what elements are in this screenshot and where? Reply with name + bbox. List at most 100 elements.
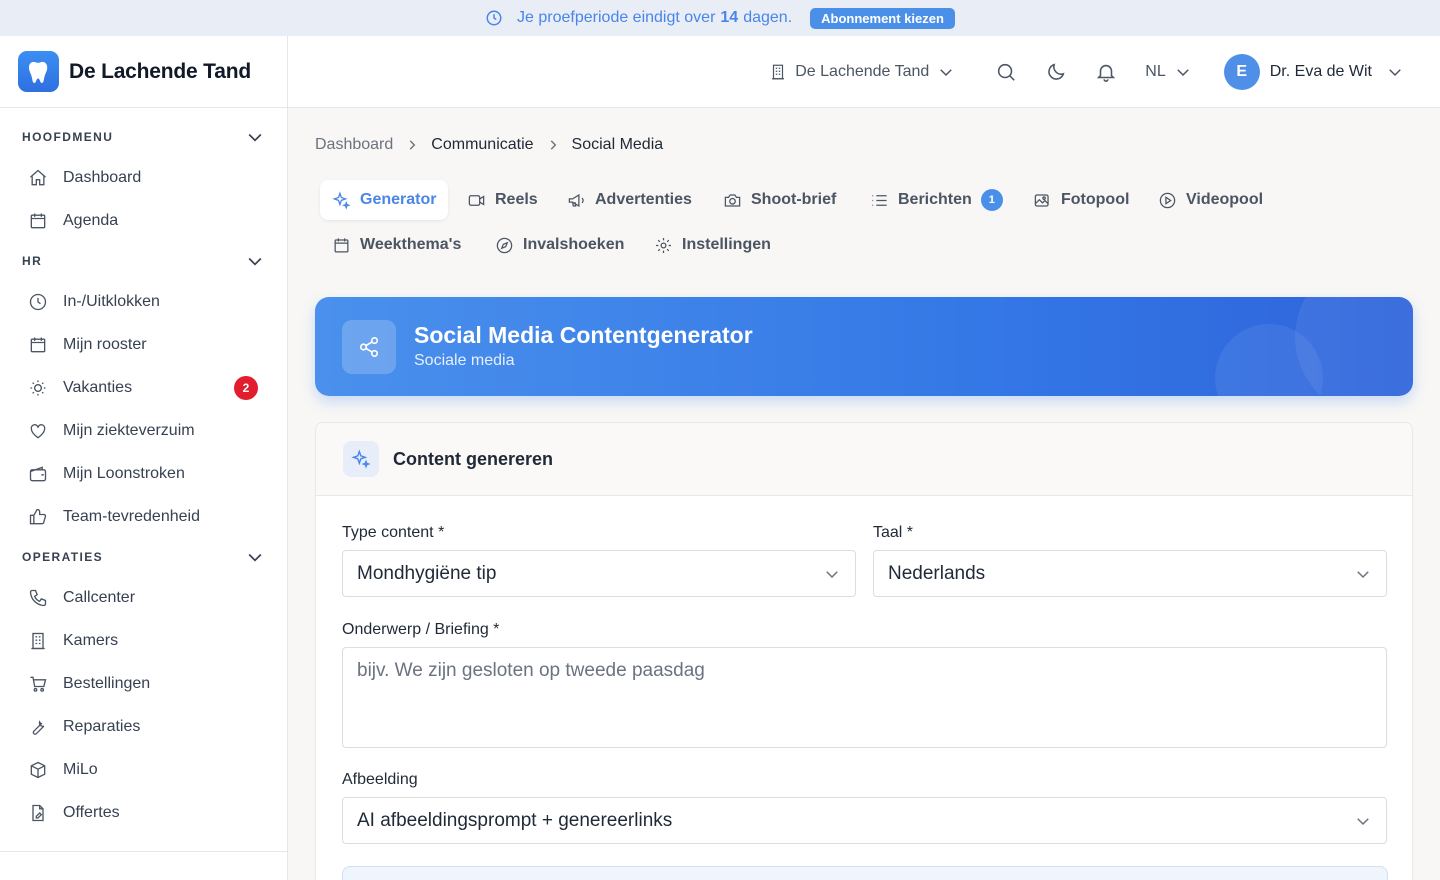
list-icon [872, 194, 887, 206]
main-content: Dashboard Communicatie Social Media Gene… [288, 108, 1440, 880]
image-select[interactable]: AI afbeeldingsprompt + genereerlinks [342, 797, 1387, 844]
sidebar-item-callcenter[interactable]: Callcenter [0, 576, 287, 619]
dark-mode-toggle[interactable] [1045, 61, 1067, 83]
search-icon [998, 63, 1016, 81]
breadcrumb-dashboard[interactable]: Dashboard [315, 136, 393, 154]
hero-banner: Social Media Contentgenerator Sociale me… [315, 297, 1413, 396]
type-content-select[interactable]: Mondhygiëne tip [342, 550, 856, 597]
video-icon [468, 194, 485, 206]
search-button[interactable] [995, 61, 1017, 83]
calendar-icon [334, 237, 349, 252]
sidebar-item-team-satisfaction[interactable]: Team-tevredenheid [0, 495, 287, 538]
tab-reels[interactable]: Reels [455, 180, 550, 220]
section-operaties[interactable]: OPERATIES [0, 538, 287, 576]
section-hoofdmenu[interactable]: HOOFDMENU [0, 118, 287, 156]
camera-icon [724, 193, 741, 207]
chevron-down-icon [1389, 68, 1401, 76]
gear-icon [655, 237, 672, 253]
tab-videopool[interactable]: Videopool [1146, 180, 1275, 220]
choose-subscription-button[interactable]: Abonnement kiezen [810, 7, 955, 29]
info-panel [342, 866, 1388, 880]
chevron-down-icon [248, 133, 262, 142]
sidebar-nav: HOOFDMENU Dashboard Agenda HR In-/Uitklo… [0, 108, 287, 834]
berichten-count-badge: 1 [980, 189, 1003, 211]
tab-instellingen[interactable]: Instellingen [642, 225, 783, 265]
sidebar-item-milo[interactable]: MiLo [0, 748, 287, 791]
building-icon [31, 632, 45, 649]
notifications-button[interactable] [1095, 61, 1117, 83]
trial-banner: Je proefperiode eindigt over 14 dagen. A… [0, 0, 1440, 36]
thumbs-up-icon [29, 508, 47, 524]
moon-icon [1048, 62, 1065, 80]
brand[interactable]: De Lachende Tand [0, 36, 287, 108]
chevron-down-icon [1176, 68, 1189, 76]
compass-icon [496, 237, 513, 253]
sidebar-item-sick-leave[interactable]: Mijn ziekteverzuim [0, 409, 287, 452]
wrench-icon [32, 719, 45, 735]
type-content-label: Type content * [342, 524, 445, 541]
sidebar-footer [0, 851, 287, 880]
breadcrumb-social-media: Social Media [571, 136, 664, 153]
language-select[interactable]: Nederlands [873, 550, 1387, 597]
chevron-down-icon [248, 257, 262, 266]
sparkles-icon [332, 190, 351, 210]
tab-weekthemas[interactable]: Weekthema's [320, 225, 473, 265]
chevron-down-icon [1357, 817, 1369, 825]
chevron-down-icon [248, 553, 262, 562]
sidebar-item-my-schedule[interactable]: Mijn rooster [0, 323, 287, 366]
page-subtitle: Sociale media [414, 352, 515, 369]
tooth-logo-icon [18, 51, 59, 92]
content-form-card: Content genereren Type content * Mondhyg… [315, 422, 1413, 880]
chevron-down-icon [1357, 570, 1369, 578]
practice-switcher[interactable]: De Lachende Tand [769, 63, 955, 81]
sidebar-item-quotes[interactable]: Offertes [0, 791, 287, 834]
image-label: Afbeelding [342, 771, 418, 788]
sidebar-item-rooms[interactable]: Kamers [0, 619, 287, 662]
topbar: De Lachende Tand NL E Dr. Eva de Wit [288, 36, 1440, 108]
play-icon [1159, 192, 1176, 208]
clock-icon [486, 10, 502, 26]
home-icon [30, 169, 46, 185]
megaphone-icon [568, 193, 584, 207]
sidebar-item-dashboard[interactable]: Dashboard [0, 156, 287, 199]
sidebar-item-clock-in-out[interactable]: In-/Uitklokken [0, 280, 287, 323]
topic-textarea[interactable]: bijv. We zijn gesloten op tweede paasdag [342, 647, 1387, 748]
chevron-down-icon [826, 570, 838, 578]
sidebar-item-orders[interactable]: Bestellingen [0, 662, 287, 705]
box-icon [30, 761, 46, 778]
language-label: Taal * [873, 524, 914, 541]
share-icon [342, 320, 396, 374]
document-icon [32, 804, 44, 821]
page-title: Social Media Contentgenerator [414, 322, 753, 348]
sun-icon [30, 380, 46, 395]
tab-fotopool[interactable]: Fotopool [1021, 180, 1141, 220]
vacations-count-badge: 2 [234, 375, 258, 400]
sidebar-item-agenda[interactable]: Agenda [0, 199, 287, 242]
breadcrumb: Dashboard Communicatie Social Media [315, 136, 663, 154]
section-hr[interactable]: HR [0, 242, 287, 280]
sidebar: De Lachende Tand HOOFDMENU Dashboard Age… [0, 36, 288, 880]
chevron-right-icon [410, 140, 416, 150]
card-header: Content genereren [316, 423, 1412, 496]
phone-icon [29, 589, 47, 606]
wallet-icon [29, 465, 47, 481]
bell-icon [1097, 64, 1116, 82]
card-title: Content genereren [393, 448, 554, 469]
tab-shoot-brief[interactable]: Shoot-brief [711, 180, 848, 220]
images-icon [1034, 193, 1049, 207]
topic-label: Onderwerp / Briefing * [342, 621, 500, 638]
language-switcher[interactable]: NL [1145, 63, 1191, 81]
user-menu[interactable]: E Dr. Eva de Wit [1223, 53, 1404, 90]
calendar-icon [30, 337, 46, 352]
tab-invalshoeken[interactable]: Invalshoeken [483, 225, 636, 265]
cart-icon [30, 676, 47, 692]
tab-berichten[interactable]: Berichten 1 [858, 180, 1015, 220]
sidebar-item-repairs[interactable]: Reparaties [0, 705, 287, 748]
sidebar-item-payslips[interactable]: Mijn Loonstroken [0, 452, 287, 495]
tab-advertenties[interactable]: Advertenties [555, 180, 704, 220]
calendar-icon [30, 213, 46, 228]
sidebar-item-vacations[interactable]: Vakanties 2 [0, 366, 287, 409]
tab-generator[interactable]: Generator [320, 180, 449, 220]
trial-message: Je proefperiode eindigt over 14 dagen. [517, 9, 793, 26]
breadcrumb-communicatie[interactable]: Communicatie [431, 136, 533, 154]
